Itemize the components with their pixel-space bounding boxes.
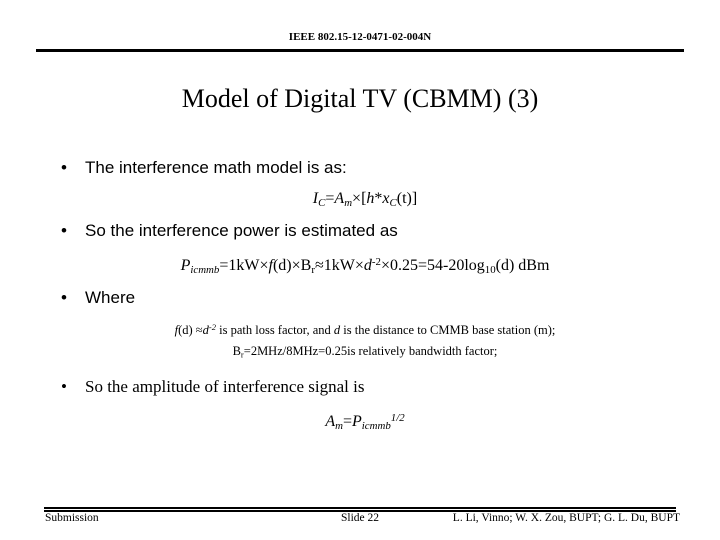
eq2-times-3: × [354, 256, 364, 274]
eq2-log-base-subscript: 10 [484, 263, 496, 276]
equation-amplitude: Am=Picmmb1/2 [45, 406, 685, 438]
bullet-item-2: • So the interference power is estimated… [45, 219, 685, 243]
eq2-times-1: × [259, 256, 269, 274]
slide-canvas: IEEE 802.15-12-0471-02-004N Model of Dig… [0, 0, 720, 540]
bullet-item-1: • The interference math model is as: [45, 156, 685, 180]
eq1-bracket-close: ] [411, 190, 418, 207]
eq2-part-one: =1k [219, 256, 245, 274]
eq2-unit-dbm: dBm [518, 256, 550, 274]
eq2-distance-variable: d [363, 256, 372, 274]
bullet-item-4: • So the amplitude of interference signa… [45, 375, 685, 399]
eq2-approx-operator: ≈ [314, 256, 324, 274]
eq2-distance-arg-1: (d) [272, 256, 292, 274]
note2-bandwidth-variable: B [232, 343, 241, 358]
eq3-power-subscript: icmmb [361, 420, 391, 433]
eq3-amplitude-subscript: m [335, 420, 343, 433]
bullet-marker-icon: • [61, 158, 67, 177]
eq2-distance-exponent: -2 [371, 256, 381, 269]
eq3-power-variable: P [351, 413, 362, 431]
eq1-signal-variable: x [382, 190, 390, 207]
header-divider-rule [36, 49, 684, 52]
bullet-marker-icon: • [61, 221, 67, 241]
note1-text-end: is the distance to CMMB base station (m)… [340, 322, 556, 337]
eq2-power-variable: P [180, 256, 191, 274]
header-document-id: IEEE 802.15-12-0471-02-004N [288, 31, 432, 43]
eq1-rhs-variable: A [334, 190, 345, 207]
note1-distance-arg: (d) [178, 322, 193, 337]
eq2-part-two: 1k [323, 256, 340, 274]
footer-divider-rule-top [44, 507, 676, 509]
footer-authors: L. Li, Vinno; W. X. Zou, BUPT; G. L. Du,… [452, 512, 680, 524]
bullet-marker-icon: • [61, 287, 67, 307]
eq2-bandwidth-variable: B [300, 256, 312, 274]
eq2-power-subscript: icmmb [190, 263, 220, 276]
bullet-4-label: So the amplitude of interference signal … [85, 377, 365, 397]
bullet-item-3: • Where [45, 286, 685, 310]
note-path-loss-factor: f(d) ≈d-2 is path loss factor, and d is … [45, 317, 685, 341]
eq2-times-2: × [291, 256, 301, 274]
eq3-equals: = [342, 413, 352, 431]
eq2-watt-unit-1: W [244, 256, 260, 274]
bullet-1-label: The interference math model is as: [85, 158, 347, 177]
note1-distance-exponent: -2 [208, 321, 216, 332]
eq2-watt-unit-2: W [339, 256, 355, 274]
note1-text-middle: is path loss factor, and [216, 322, 334, 337]
eq3-exponent: 1/2 [390, 412, 405, 425]
slide-title: Model of Digital TV (CBMM) (3) [181, 84, 539, 113]
bullet-2-label: So the interference power is estimated a… [85, 221, 398, 241]
slide-body: • The interference math model is as: IC=… [45, 156, 685, 438]
note1-approx-operator: ≈ [192, 322, 203, 337]
eq2-times-4: × [380, 256, 390, 274]
eq1-rhs-subscript: m [344, 197, 353, 210]
note2-text: =2MHz/8MHz=0.25is relatively bandwidth f… [243, 343, 498, 358]
equation-interference-model: IC=Am×[h*xC(t)] [45, 187, 685, 215]
eq2-distance-arg-2: (d) [495, 256, 515, 274]
eq2-part-three: 0.25=54-20log [389, 256, 485, 274]
bullet-marker-icon: • [61, 377, 67, 397]
eq1-time-argument: (t) [396, 190, 412, 207]
equation-interference-power: Picmmb=1kW×f(d)×Br≈1kW×d-2×0.25=54-20log… [45, 250, 685, 282]
eq3-amplitude-variable: A [325, 413, 336, 431]
bullet-3-label: Where [85, 287, 136, 307]
eq1-times-operator: × [352, 190, 362, 207]
eq1-signal-subscript: C [389, 197, 397, 210]
note-bandwidth-factor: Br=2MHz/8MHz=0.25is relatively bandwidth… [45, 341, 685, 365]
